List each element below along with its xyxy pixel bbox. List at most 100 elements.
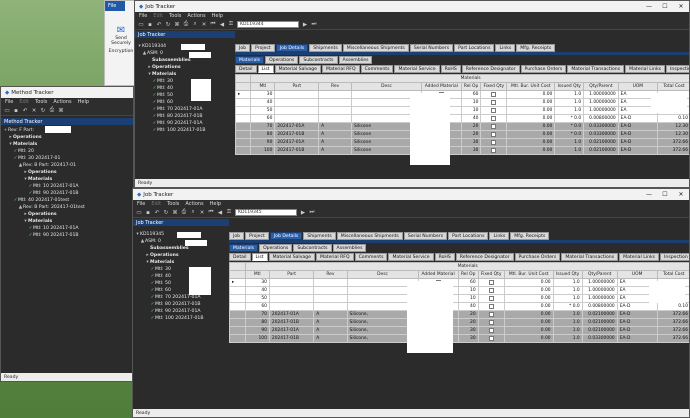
column-header[interactable]: Mtl — [244, 270, 270, 279]
cell-qty[interactable]: 1.00000000 — [583, 98, 619, 107]
cell-fixed-qty[interactable] — [480, 98, 508, 107]
cell-qty[interactable]: 0.00800000 — [581, 302, 618, 311]
tree-node[interactable]: ✓Mtl: 90 202417-01B — [3, 232, 131, 239]
column-header[interactable]: Desc — [346, 270, 419, 279]
tree-node[interactable]: ✓Mtl: 80 202417-01B — [135, 301, 229, 308]
cell-rev[interactable] — [318, 98, 352, 107]
tab-reference-designator[interactable]: Reference Designator — [455, 253, 514, 261]
tab-job[interactable]: Job — [229, 232, 245, 240]
cell-rev[interactable]: A — [318, 130, 352, 139]
search-icon[interactable]: ⌕ — [192, 21, 198, 28]
close-icon[interactable]: ✕ — [673, 191, 689, 198]
cell-mtl[interactable]: 100 — [244, 334, 270, 343]
cell-cost[interactable]: 0.00 — [503, 318, 554, 327]
cell-relop[interactable]: 30 — [457, 326, 479, 335]
refresh-icon[interactable]: ↻ — [40, 108, 46, 114]
table-row[interactable]: 50 10 0.00 1.0 1.00000000 EA — [229, 294, 689, 303]
cell-mtl[interactable]: 60 — [244, 302, 270, 311]
attach-icon[interactable]: ⌘ — [58, 108, 64, 114]
tab-subcontracts[interactable]: Subcontracts — [293, 244, 332, 252]
cell-fixed-qty[interactable] — [480, 130, 508, 139]
column-header[interactable]: Issued Qty — [552, 270, 583, 279]
job-number-field[interactable]: KD119344 — [237, 21, 299, 28]
cell-rev[interactable] — [318, 106, 352, 115]
cell-uom[interactable]: EA-D — [617, 138, 659, 147]
menu-item-tools[interactable]: Tools — [35, 99, 47, 105]
cell-cost[interactable]: 0.00 — [503, 286, 554, 295]
cell-part[interactable] — [274, 90, 320, 99]
cell-mtl[interactable]: 80 — [244, 318, 270, 327]
method-tracker-titlebar[interactable]: ◆ Method Tracker — [1, 87, 133, 98]
tab-reference-designator[interactable]: Reference Designator — [461, 65, 520, 73]
cell-fixed-qty[interactable] — [477, 294, 505, 303]
row-selector[interactable] — [229, 294, 246, 303]
menu-item-tools[interactable]: Tools — [167, 201, 179, 207]
print-icon[interactable]: ⎙ — [183, 21, 189, 28]
column-header[interactable]: Rel Op — [460, 82, 482, 91]
cell-rev[interactable] — [313, 286, 348, 295]
tab-material-rfq[interactable]: Material RFQ — [321, 65, 360, 73]
fixed-qty-checkbox[interactable] — [491, 91, 497, 97]
cell-mtl[interactable]: 100 — [250, 146, 276, 155]
tab-rohs[interactable]: RoHS — [434, 253, 455, 261]
cell-part[interactable]: 202417-01B — [268, 318, 315, 327]
menu-item-tools[interactable]: Tools — [169, 13, 181, 19]
tab-materials[interactable]: Materials — [229, 244, 259, 252]
cell-qty[interactable]: 0.02100000 — [581, 310, 618, 319]
cell-mtl[interactable]: 80 — [250, 130, 276, 139]
tree-node[interactable]: ✓Mtl: 40 — [137, 85, 233, 92]
cell-part[interactable]: 202417-01B — [274, 130, 320, 139]
tree-node[interactable]: ▸Operations — [3, 211, 131, 218]
cell-uom[interactable]: EA-D — [616, 302, 658, 311]
cell-cost[interactable]: 0.00 — [503, 334, 554, 343]
tab-list[interactable]: List — [257, 65, 274, 73]
row-selector[interactable] — [234, 146, 252, 155]
cell-qty[interactable]: 0.02100000 — [583, 146, 619, 155]
cell-qty[interactable]: 0.02100000 — [581, 318, 618, 327]
cell-part[interactable] — [268, 286, 315, 295]
cell-fixed-qty[interactable] — [477, 318, 505, 327]
row-selector[interactable] — [234, 98, 252, 107]
cell-fixed-qty[interactable] — [477, 302, 505, 311]
tree-node[interactable]: ▲Rev: B Part: 202417-01test — [3, 204, 131, 211]
cell-issued[interactable]: 1.0 — [554, 138, 585, 147]
tab-inspection[interactable]: Inspection — [666, 65, 689, 73]
tab-miscellaneous-shipments[interactable]: Miscellaneous Shipments — [342, 44, 409, 52]
cell-cost[interactable]: 0.00 — [503, 310, 554, 319]
row-selector[interactable] — [234, 122, 252, 131]
cell-mtl[interactable]: 70 — [250, 122, 276, 131]
refresh-icon[interactable]: ↻ — [163, 210, 169, 216]
cell-mtl[interactable]: 40 — [250, 98, 276, 107]
tree-node[interactable]: ✓Mtl: 70 202417-01A — [135, 294, 229, 301]
cell-mtl[interactable]: 60 — [250, 114, 276, 123]
tree-node[interactable]: ▸Operations — [3, 169, 131, 176]
tree-node[interactable]: ✓Mtl: 60 — [137, 99, 233, 106]
previous-record-icon[interactable]: ◀ — [219, 22, 225, 28]
tab-links[interactable]: Links — [489, 232, 510, 240]
tab-inspection[interactable]: Inspection — [660, 253, 689, 261]
column-header[interactable]: Fixed Qty — [477, 270, 505, 279]
column-header[interactable]: Total Cost — [657, 82, 689, 91]
tree-node[interactable]: ✓Mtl: 100 202417-01B — [137, 127, 233, 134]
tab-job-details[interactable]: Job Details — [269, 232, 303, 240]
cell-part[interactable]: 202417-01A — [274, 122, 320, 131]
cell-fixed-qty[interactable] — [477, 310, 505, 319]
cell-total[interactable]: 372.66 — [656, 334, 689, 343]
column-header[interactable]: Rev — [313, 270, 348, 279]
fixed-qty-checkbox[interactable] — [491, 147, 497, 153]
cell-part[interactable] — [268, 278, 315, 287]
tab-operations[interactable]: Operations — [265, 56, 299, 64]
cell-issued[interactable]: 1.0 — [552, 318, 583, 327]
cell-part[interactable] — [268, 302, 315, 311]
cell-total[interactable]: 372.66 — [656, 326, 689, 335]
tab-project[interactable]: Project — [251, 44, 275, 52]
undo-icon[interactable]: ↶ — [154, 210, 160, 216]
tab-shipments[interactable]: Shipments — [309, 44, 342, 52]
cell-relop[interactable]: 10 — [457, 294, 479, 303]
column-header[interactable]: Added Material — [421, 82, 462, 91]
menu-item-file[interactable]: File — [137, 201, 145, 207]
fixed-qty-checkbox[interactable] — [488, 287, 494, 293]
send-securely-button[interactable]: ✉ Send Securely Encryption — [105, 25, 137, 54]
row-selector[interactable] — [234, 106, 252, 115]
delete-icon[interactable]: ✕ — [201, 22, 207, 28]
